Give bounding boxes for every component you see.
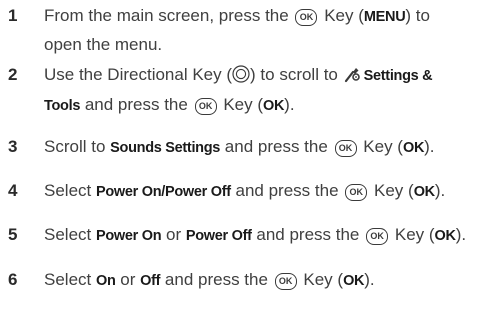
power-on-label: Power On [95,228,162,244]
instruction-list: 1 From the main screen, press the OK Key… [0,0,477,318]
step-text: Scroll to Sounds Settings and press the … [44,137,435,157]
step-text: Select On or Off and press the OK Key (O… [44,270,375,290]
ok-key-icon: OK [334,140,357,157]
sounds-settings-label: Sounds Settings [110,140,221,156]
ok-label: OK [434,228,456,244]
ok-label: OK [413,184,435,200]
step-number: 2 [8,65,18,84]
ok-key-icon: OK [274,273,297,290]
ok-label: OK [402,140,425,156]
ok-label: OK [343,273,365,289]
step-text: Select Power On or Power Off and press t… [44,225,467,245]
step-text: Select Power On/Power Off and press the … [44,181,446,201]
ok-label: OK [263,98,285,114]
settings-tools-label-cont: Tools [44,98,81,114]
power-off-label: Power Off [185,228,252,244]
settings-tools-label: Settings & [363,68,433,84]
on-label: On [95,273,116,289]
directional-key-icon [232,64,250,91]
step-text: Use the Directional Key () to scroll to … [44,64,433,115]
power-on-off-label: Power On/Power Off [95,184,231,200]
ok-key-icon: OK [295,9,318,26]
step-text: From the main screen, press the OK Key (… [44,6,430,54]
ok-key-icon: OK [194,98,217,115]
step-number: 5 [8,225,18,244]
menu-label: MENU [363,9,406,25]
settings-tools-icon [343,64,361,91]
step-number: 1 [8,6,18,25]
step-number: 4 [8,181,18,200]
step-number: 6 [8,270,18,289]
step-number: 3 [8,137,18,156]
ok-key-icon: OK [345,184,368,201]
ok-key-icon: OK [366,228,389,245]
off-label: Off [140,273,161,289]
